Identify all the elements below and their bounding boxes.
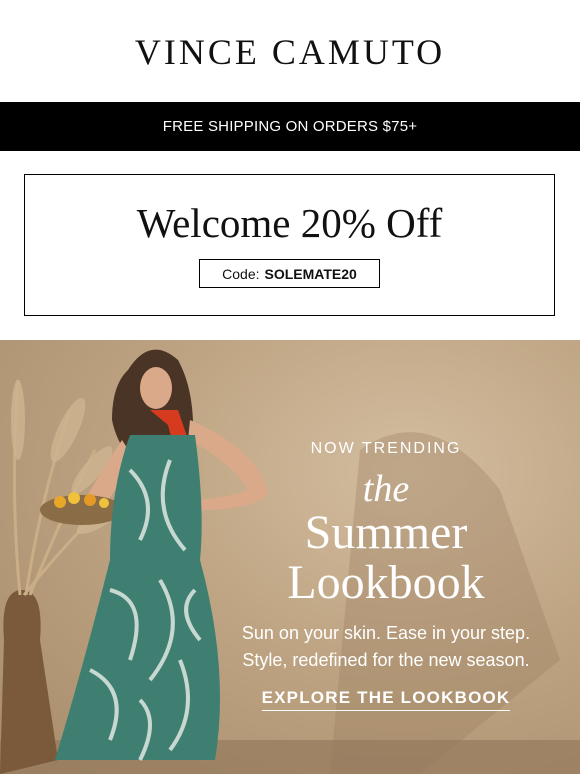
free-shipping-text: FREE SHIPPING ON ORDERS $75+ [162, 118, 418, 135]
promo-code-value: SOLEMATE20 [264, 265, 357, 282]
hero-text-block: NOW TRENDING the Summer Lookbook Sun on … [206, 440, 566, 711]
brand-logo[interactable]: VINCE CAMUTO [135, 31, 445, 73]
promo-code-box: Code: SOLEMATE20 [199, 259, 380, 288]
promo-code-label: Code: [222, 265, 260, 282]
hero-title-lookbook: Lookbook [287, 556, 485, 609]
explore-lookbook-link[interactable]: EXPLORE THE LOOKBOOK [261, 688, 511, 711]
fruit-bowl-icon [40, 495, 124, 525]
hero-title-the: the [362, 468, 410, 510]
now-trending-label: NOW TRENDING [310, 440, 462, 457]
brand-header: VINCE CAMUTO [0, 0, 580, 102]
promo-title: Welcome 20% Off [136, 200, 443, 246]
hero-subtext-2: Style, redefined for the new season. [242, 650, 530, 670]
vase-icon [0, 590, 58, 774]
hero-subtext-1: Sun on your skin. Ease in your step. [241, 623, 531, 643]
free-shipping-banner[interactable]: FREE SHIPPING ON ORDERS $75+ [0, 102, 580, 151]
hero-title-summer: Summer [304, 506, 468, 559]
welcome-promo-box[interactable]: Welcome 20% Off Code: SOLEMATE20 [24, 174, 555, 316]
summer-lookbook-hero[interactable]: NOW TRENDING the Summer Lookbook Sun on … [0, 340, 580, 774]
